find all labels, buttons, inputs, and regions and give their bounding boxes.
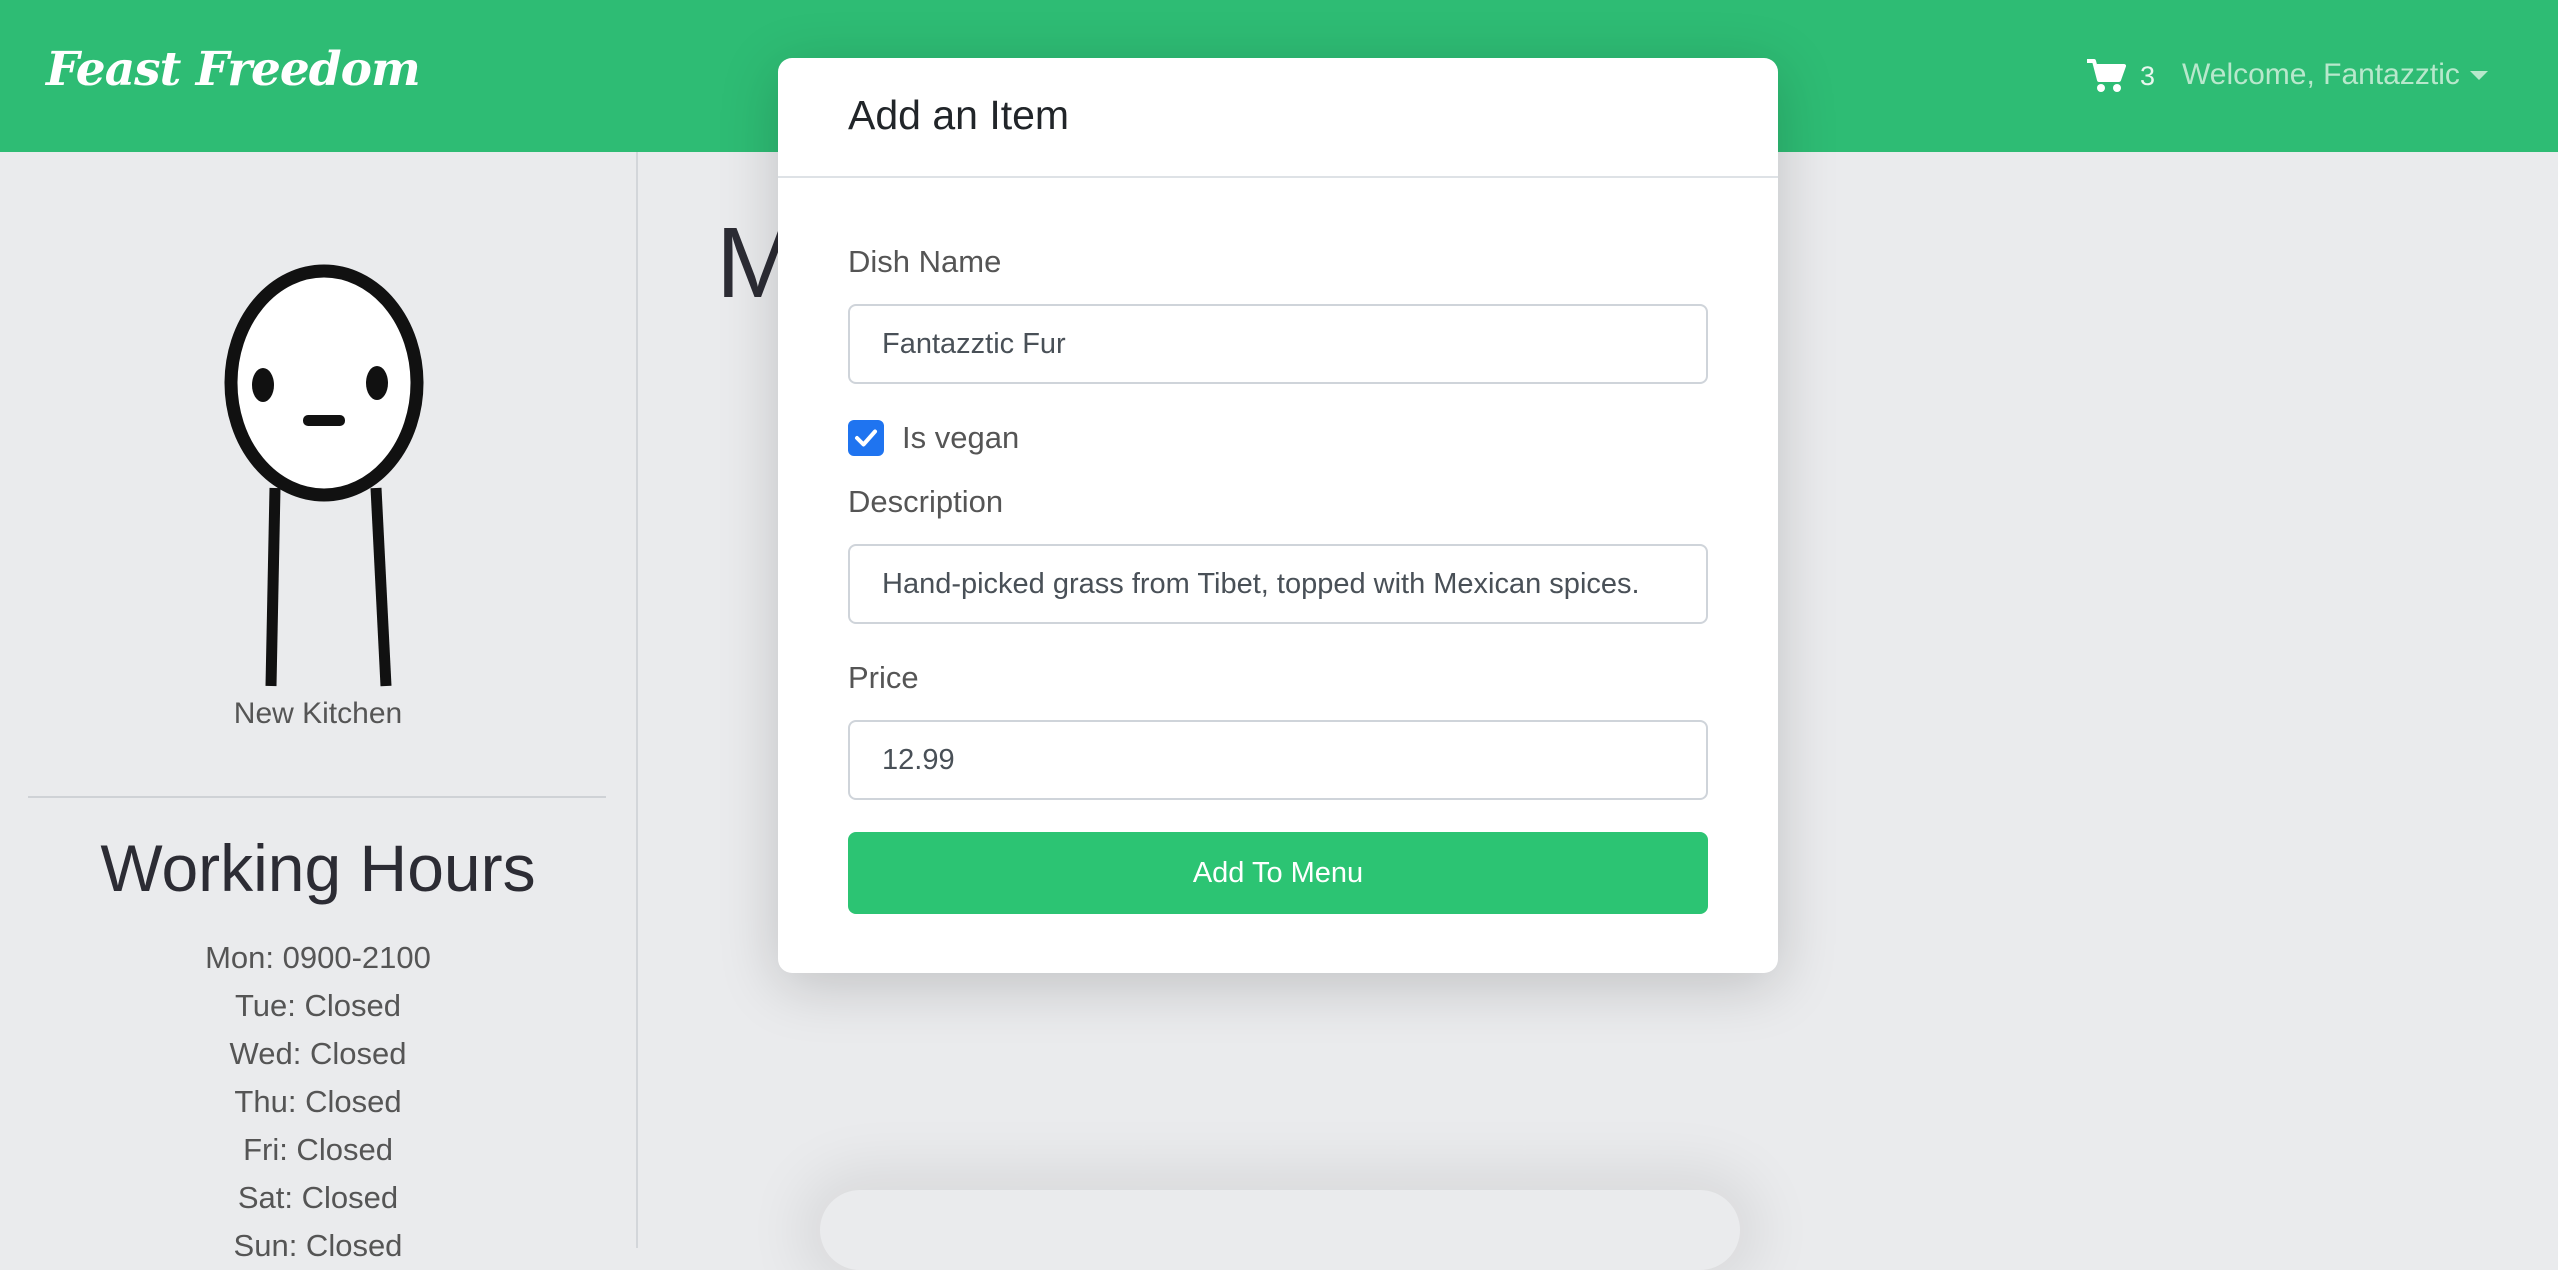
price-input[interactable] bbox=[848, 720, 1708, 800]
vegan-checkbox[interactable] bbox=[848, 420, 884, 456]
modal-title: Add an Item bbox=[848, 92, 1070, 138]
dish-name-label: Dish Name bbox=[848, 244, 1002, 279]
checkmark-icon bbox=[855, 429, 877, 447]
cart-link[interactable]: 3 bbox=[2086, 56, 2155, 96]
brand-logo[interactable]: Feast Freedom bbox=[46, 42, 421, 97]
hours-item-tue: Tue: Closed bbox=[235, 988, 401, 1023]
price-label: Price bbox=[848, 660, 919, 695]
welcome-text: Welcome, Fantazztic bbox=[2182, 58, 2460, 91]
background-modal-shadow bbox=[820, 1190, 1740, 1270]
kitchen-avatar bbox=[224, 264, 424, 687]
vegan-checkbox-label[interactable]: Is vegan bbox=[902, 420, 1019, 456]
dish-name-input[interactable] bbox=[848, 304, 1708, 384]
kitchen-name: New Kitchen bbox=[233, 697, 403, 730]
caret-down-icon bbox=[2469, 70, 2488, 80]
hours-item-fri: Fri: Closed bbox=[243, 1132, 393, 1167]
modal-header: Add an Item bbox=[778, 58, 1778, 178]
working-hours-list: Mon: 0900-2100 Tue: Closed Wed: Closed T… bbox=[0, 934, 636, 1270]
description-input[interactable] bbox=[848, 544, 1708, 624]
hours-item-sun: Sun: Closed bbox=[233, 1228, 403, 1263]
hours-item-mon: Mon: 0900-2100 bbox=[205, 940, 431, 975]
working-hours-title: Working Hours bbox=[100, 831, 536, 905]
hours-item-sat: Sat: Closed bbox=[237, 1180, 399, 1215]
description-label: Description bbox=[848, 484, 1004, 519]
user-menu-dropdown[interactable]: Welcome, Fantazztic bbox=[2182, 58, 2488, 92]
hours-item-thu: Thu: Closed bbox=[234, 1084, 402, 1119]
sidebar-divider bbox=[28, 796, 606, 798]
add-item-modal: Add an Item Dish Name Is vegan Descripti… bbox=[778, 58, 1778, 973]
cart-count: 3 bbox=[2140, 60, 2156, 91]
add-to-menu-button[interactable]: Add To Menu bbox=[848, 832, 1708, 914]
cart-icon bbox=[2087, 59, 2126, 92]
kitchen-sidebar: New Kitchen Working Hours Mon: 0900-2100… bbox=[0, 152, 638, 1263]
hours-item-wed: Wed: Closed bbox=[229, 1036, 407, 1071]
